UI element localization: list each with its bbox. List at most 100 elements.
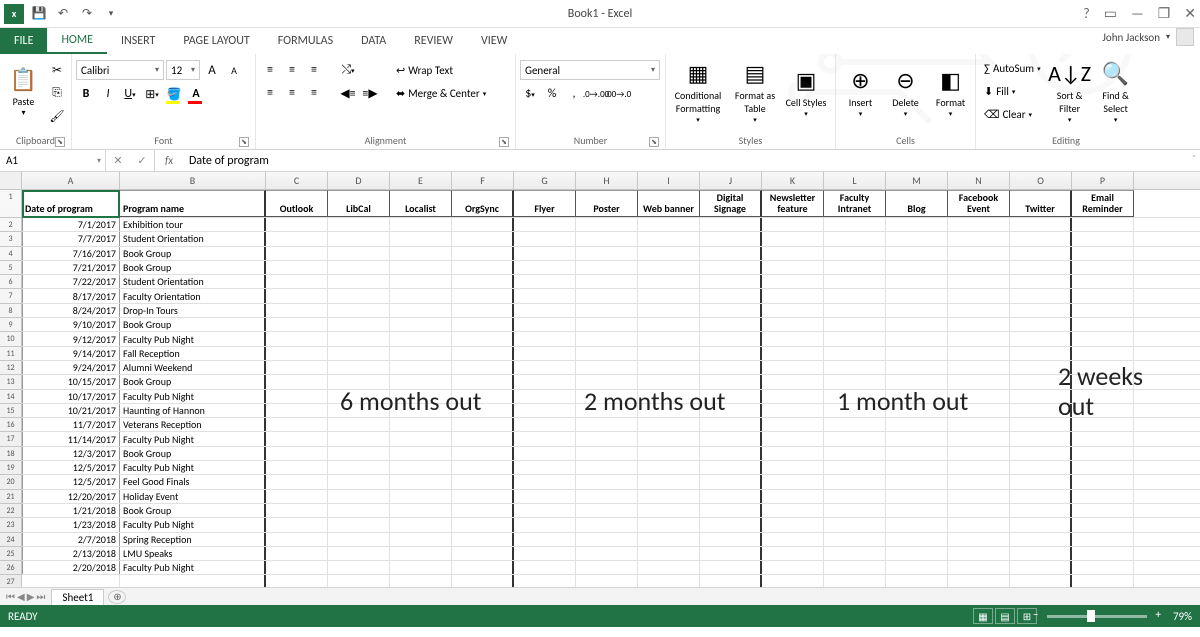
cell[interactable] xyxy=(948,218,1010,231)
cell[interactable] xyxy=(266,347,328,360)
row-header[interactable]: 7 xyxy=(0,289,21,303)
font-dialog-launcher[interactable]: ⬊ xyxy=(239,137,249,147)
row-header[interactable]: 20 xyxy=(0,475,21,489)
cell[interactable]: Faculty Pub Night xyxy=(120,332,266,345)
cell[interactable]: 1/23/2018 xyxy=(22,518,120,531)
cell[interactable] xyxy=(1072,318,1134,331)
cell[interactable] xyxy=(638,461,700,474)
cell[interactable] xyxy=(948,547,1010,560)
cell[interactable] xyxy=(762,504,824,517)
align-right-icon[interactable]: ≡ xyxy=(304,83,324,103)
cell[interactable] xyxy=(514,490,576,503)
cell[interactable] xyxy=(390,318,452,331)
cell[interactable] xyxy=(266,432,328,445)
cell[interactable] xyxy=(948,418,1010,431)
cell[interactable] xyxy=(328,432,390,445)
cell[interactable] xyxy=(638,418,700,431)
cell[interactable] xyxy=(328,533,390,546)
cell[interactable] xyxy=(390,232,452,245)
cell[interactable] xyxy=(576,561,638,574)
row-header[interactable]: 12 xyxy=(0,361,21,375)
column-header[interactable]: A xyxy=(22,172,120,189)
cell[interactable] xyxy=(452,447,514,460)
cell[interactable]: 9/24/2017 xyxy=(22,361,120,374)
cell[interactable] xyxy=(1010,518,1072,531)
cell[interactable] xyxy=(1072,490,1134,503)
tab-review[interactable]: REVIEW xyxy=(400,28,467,54)
cell[interactable] xyxy=(762,575,824,587)
column-header[interactable]: M xyxy=(886,172,948,189)
table-header-cell[interactable]: Program name xyxy=(120,190,266,217)
cell[interactable] xyxy=(762,361,824,374)
cell[interactable] xyxy=(824,304,886,317)
cell[interactable] xyxy=(948,432,1010,445)
cell[interactable] xyxy=(328,361,390,374)
save-icon[interactable]: 💾 xyxy=(30,5,48,23)
row-header[interactable]: 5 xyxy=(0,261,21,275)
table-header-cell[interactable]: Flyer xyxy=(514,190,576,217)
cell[interactable]: 9/12/2017 xyxy=(22,332,120,345)
cell[interactable] xyxy=(700,418,762,431)
format-as-table-button[interactable]: ▤Format as Table▾ xyxy=(730,56,780,128)
cell[interactable] xyxy=(390,561,452,574)
cell[interactable]: Faculty Pub Night xyxy=(120,432,266,445)
alignment-dialog-launcher[interactable]: ⬊ xyxy=(499,137,509,147)
cell[interactable] xyxy=(266,375,328,388)
cell[interactable] xyxy=(266,304,328,317)
cell[interactable] xyxy=(1010,547,1072,560)
table-header-cell[interactable]: Web banner xyxy=(638,190,700,217)
cell[interactable] xyxy=(886,547,948,560)
row-header[interactable]: 3 xyxy=(0,232,21,246)
cell[interactable] xyxy=(576,347,638,360)
cell[interactable]: Faculty Pub Night xyxy=(120,390,266,403)
cell[interactable] xyxy=(886,504,948,517)
cell[interactable] xyxy=(762,418,824,431)
cell[interactable] xyxy=(762,247,824,260)
column-header[interactable]: B xyxy=(120,172,266,189)
cell[interactable]: Faculty Pub Night xyxy=(120,561,266,574)
cell[interactable] xyxy=(266,575,328,587)
cell[interactable] xyxy=(452,232,514,245)
sheet-nav-next-icon[interactable]: ▶ xyxy=(27,590,35,603)
cell[interactable] xyxy=(1072,218,1134,231)
align-bottom-icon[interactable]: ≡ xyxy=(304,60,324,80)
cell[interactable] xyxy=(638,347,700,360)
cell[interactable] xyxy=(824,447,886,460)
cell[interactable]: 7/7/2017 xyxy=(22,232,120,245)
cell[interactable] xyxy=(638,304,700,317)
cell[interactable] xyxy=(328,347,390,360)
cell[interactable] xyxy=(762,447,824,460)
bold-button[interactable]: B xyxy=(76,84,96,104)
cell[interactable] xyxy=(948,504,1010,517)
row-header[interactable]: 6 xyxy=(0,275,21,289)
cell[interactable] xyxy=(638,247,700,260)
cell[interactable] xyxy=(514,318,576,331)
cell[interactable] xyxy=(452,218,514,231)
cell[interactable]: 8/24/2017 xyxy=(22,304,120,317)
cell[interactable] xyxy=(576,475,638,488)
number-dialog-launcher[interactable]: ⬊ xyxy=(649,137,659,147)
cell[interactable] xyxy=(390,418,452,431)
cell[interactable] xyxy=(824,461,886,474)
cell[interactable] xyxy=(514,418,576,431)
cell[interactable] xyxy=(700,533,762,546)
cell[interactable] xyxy=(328,289,390,302)
cell[interactable] xyxy=(452,490,514,503)
tab-insert[interactable]: INSERT xyxy=(107,28,169,54)
cell[interactable] xyxy=(1072,304,1134,317)
cell[interactable] xyxy=(638,533,700,546)
cell[interactable] xyxy=(390,275,452,288)
cell[interactable]: Student Orientation xyxy=(120,232,266,245)
cell[interactable] xyxy=(700,504,762,517)
cell[interactable]: Veterans Reception xyxy=(120,418,266,431)
cell[interactable] xyxy=(638,289,700,302)
table-header-cell[interactable]: Outlook xyxy=(266,190,328,217)
cell[interactable] xyxy=(1010,332,1072,345)
sort-filter-button[interactable]: A↓ZSort & Filter▾ xyxy=(1049,56,1091,128)
formula-input[interactable]: Date of program xyxy=(183,150,1200,171)
undo-icon[interactable]: ↶ xyxy=(54,5,72,23)
sheet-nav-prev-icon[interactable]: ◀ xyxy=(17,590,25,603)
cell[interactable] xyxy=(824,575,886,587)
cell[interactable]: 1/21/2018 xyxy=(22,504,120,517)
cell[interactable] xyxy=(452,318,514,331)
